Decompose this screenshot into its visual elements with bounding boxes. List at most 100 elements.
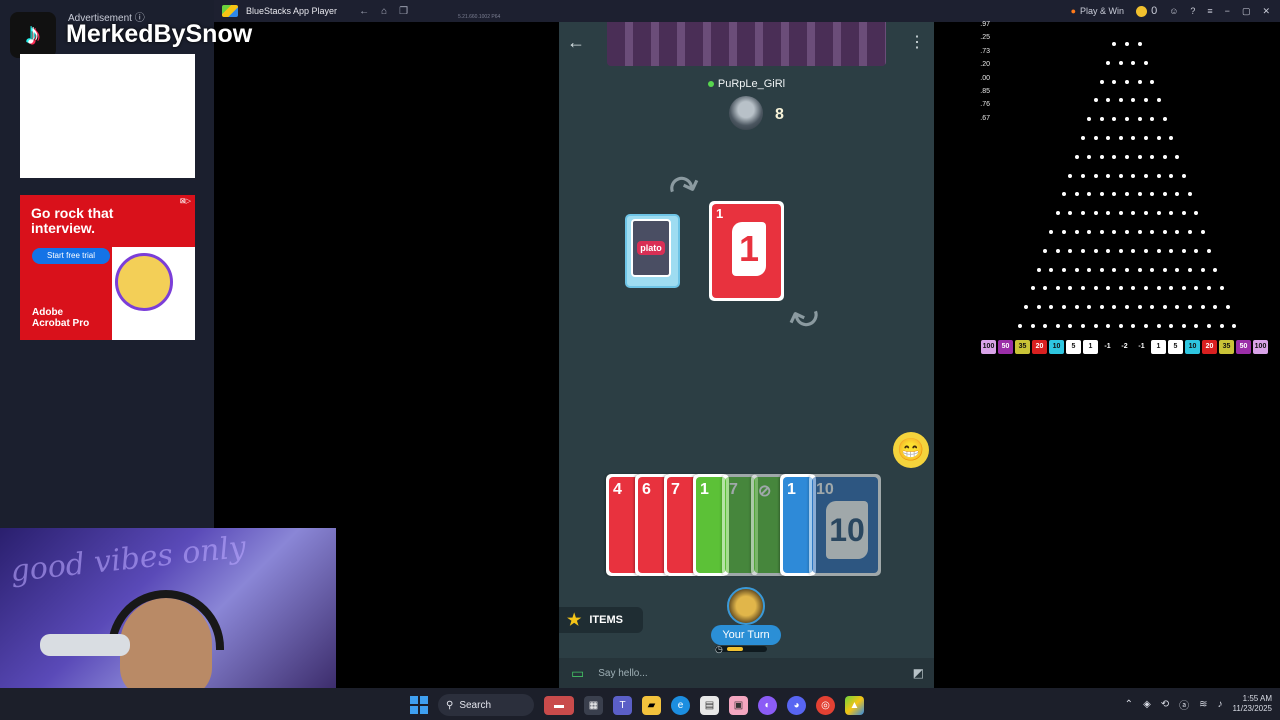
emoji-reaction-button[interactable]: 😁 — [893, 432, 929, 468]
chrome-icon[interactable]: ◎ — [816, 695, 835, 715]
minimize-icon[interactable]: − — [1225, 6, 1230, 16]
plinko-peg — [1093, 286, 1098, 291]
plinko-peg — [1093, 98, 1098, 103]
plinko-peg — [1055, 248, 1060, 253]
maximize-icon[interactable]: ▢ — [1242, 6, 1251, 17]
plinko-peg — [1118, 60, 1123, 65]
plinko-peg — [1118, 173, 1123, 178]
close-icon[interactable]: ✕ — [1262, 6, 1270, 17]
plinko-peg — [1143, 60, 1148, 65]
webcam-overlay: good vibes only — [0, 528, 336, 692]
hand-card-value: 7 — [729, 481, 738, 498]
discard-center-value: 1 — [732, 222, 766, 276]
ad-close-icon[interactable]: ⊠▷ — [180, 197, 191, 205]
bluestacks-logo-icon — [222, 5, 238, 17]
plinko-peg — [1074, 267, 1079, 272]
back-icon[interactable]: ← — [359, 6, 369, 17]
ad-cta-button[interactable]: Start free trial — [32, 248, 110, 264]
tray-language-icon[interactable]: ⓐ — [1179, 697, 1189, 712]
opponent-card-count: 8 — [775, 106, 784, 123]
home-icon[interactable]: ⌂ — [381, 6, 387, 17]
copilot-icon[interactable]: ◐ — [758, 695, 777, 715]
edge-icon[interactable]: e — [671, 695, 690, 715]
plinko-peg — [1068, 324, 1073, 328]
help-icon[interactable]: ? — [1190, 6, 1195, 16]
chat-input[interactable]: Say hello... — [598, 668, 912, 679]
back-arrow-icon[interactable]: ← — [567, 32, 587, 52]
taskbar-search[interactable]: ⚲ Search — [438, 694, 534, 716]
player-avatar[interactable] — [727, 587, 765, 625]
file-explorer-icon[interactable]: ▰ — [642, 695, 661, 715]
coin-balance: 0 — [1136, 5, 1157, 17]
plinko-peg — [1080, 173, 1085, 178]
blank-ad-slot[interactable] — [20, 54, 195, 178]
sticker-icon[interactable]: ◩ — [913, 666, 924, 680]
plinko-peg — [1131, 248, 1136, 253]
hand-card[interactable]: 10 10 — [809, 474, 881, 576]
app-version: 5.21.660.1002 P64 — [458, 14, 501, 20]
discord-icon[interactable]: ◕ — [787, 695, 806, 715]
channel-name: MerkedBySnow — [66, 20, 253, 48]
plinko-peg — [1125, 267, 1129, 272]
turn-timer-fill — [727, 647, 743, 651]
more-options-icon[interactable]: ⋮ — [909, 32, 925, 52]
tray-app-icon[interactable]: ◈ — [1143, 699, 1151, 710]
store-icon[interactable]: ▤ — [700, 695, 719, 715]
plinko-board — [975, 38, 1280, 338]
plinko-peg — [1093, 211, 1098, 216]
tray-chevron-icon[interactable]: ⌃ — [1125, 699, 1133, 710]
task-view-icon[interactable]: ▦ — [584, 695, 603, 715]
play-win-button[interactable]: ● Play & Win — [1071, 6, 1124, 16]
items-button[interactable]: ★ ITEMS — [559, 607, 643, 633]
adobe-ad-banner[interactable]: ⊠▷ Go rock that interview. Start free tr… — [20, 195, 195, 340]
plinko-peg — [1106, 324, 1111, 328]
windows-start-icon[interactable] — [410, 696, 428, 714]
bluestacks-taskbar-icon[interactable]: ▲ — [845, 695, 864, 715]
plinko-peg — [1099, 305, 1104, 310]
plinko-peg — [1188, 192, 1192, 197]
ad-portrait — [115, 253, 173, 311]
plinko-peg — [1150, 192, 1155, 197]
volume-icon[interactable]: ♪ — [1218, 699, 1223, 710]
hand-card-value: 1 — [787, 481, 796, 498]
hand-card-value: 6 — [642, 481, 651, 498]
draw-pile[interactable]: plato — [625, 214, 680, 288]
plinko-peg — [1074, 192, 1079, 197]
hand-card-face: 10 10 — [812, 477, 878, 573]
plinko-peg — [1068, 211, 1073, 216]
opponent-avatar[interactable] — [729, 96, 763, 130]
tray-sync-icon[interactable]: ⟲ — [1161, 699, 1169, 710]
plinko-peg — [1162, 305, 1167, 310]
plinko-peg — [1175, 154, 1180, 159]
plinko-peg — [1062, 267, 1066, 272]
plinko-peg — [1118, 98, 1123, 103]
plinko-peg — [1099, 230, 1104, 234]
plinko-peg — [1106, 173, 1111, 178]
menu-icon[interactable]: ≡ — [1207, 6, 1212, 16]
plinko-peg — [1099, 79, 1104, 84]
profile-icon[interactable]: ☺ — [1169, 6, 1178, 16]
teams-icon[interactable]: T — [613, 695, 632, 715]
widget-icon[interactable]: ▬ — [544, 695, 574, 715]
taskbar-clock[interactable]: 1:55 AM 11/23/2025 — [1233, 694, 1272, 714]
plinko-peg — [1068, 173, 1073, 178]
plinko-peg — [1125, 42, 1129, 46]
direction-arrow-icon-lower: ↷ — [780, 288, 825, 340]
plinko-peg — [1030, 324, 1035, 328]
photos-icon[interactable]: ▣ — [729, 695, 748, 715]
recent-apps-icon[interactable]: ❐ — [399, 6, 408, 17]
plinko-peg — [1087, 267, 1092, 272]
plinko-peg — [1143, 173, 1148, 178]
plinko-peg — [1087, 230, 1092, 234]
plinko-peg — [1106, 286, 1111, 291]
plinko-peg — [1137, 305, 1142, 310]
plinko-peg — [1131, 173, 1136, 178]
plinko-peg — [1055, 286, 1060, 291]
plinko-peg — [1043, 248, 1048, 253]
plinko-peg — [1062, 192, 1066, 197]
wifi-icon[interactable]: ≋ — [1199, 699, 1207, 710]
plinko-peg — [1150, 117, 1155, 122]
plinko-peg — [1068, 248, 1073, 253]
opponent-hand-strip — [607, 22, 886, 66]
plinko-peg — [1125, 154, 1129, 159]
